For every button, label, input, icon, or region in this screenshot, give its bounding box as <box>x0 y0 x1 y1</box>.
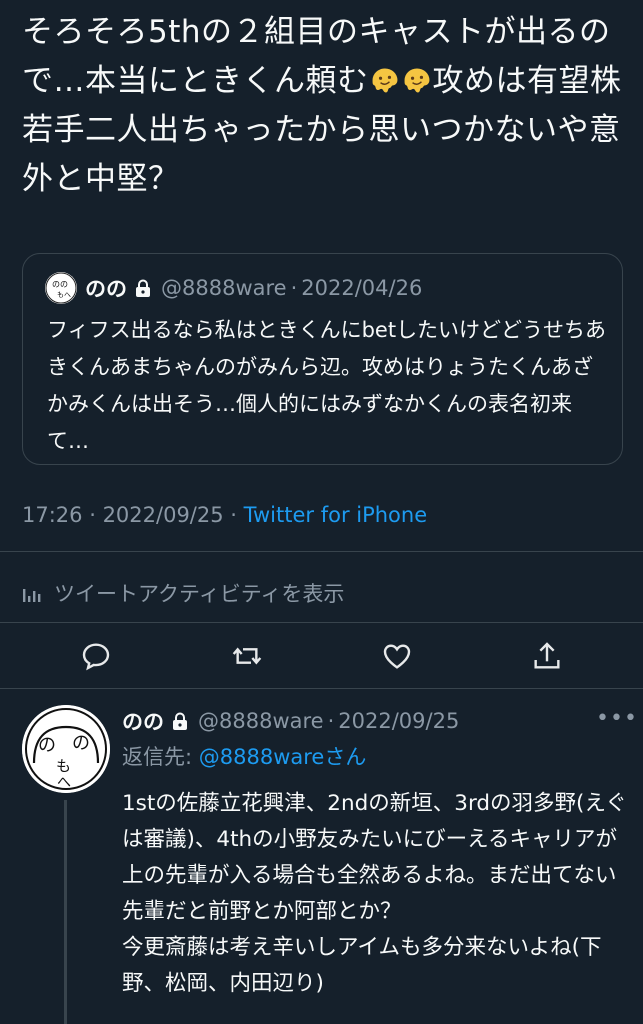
tweet-text: そろそろ5thの２組目のキャストが出るので…本当にときくん頼む 攻めは有望株若手二… <box>22 8 622 204</box>
quoted-tweet-header: のの もへ のの @8888ware · 2022/04/26 <box>45 271 422 305</box>
replying-to-label: 返信先: <box>122 745 199 769</box>
separator-dot: · <box>290 276 298 300</box>
separator-dot: · <box>327 709 335 733</box>
tweet-detail-screen: そろそろ5thの２組目のキャストが出るので…本当にときくん頼む 攻めは有望株若手二… <box>0 0 643 1024</box>
svg-text:のの: のの <box>52 280 68 289</box>
svg-text:の: の <box>38 735 56 756</box>
tweet-time: 17:26 <box>22 503 83 527</box>
reply-date: 2022/09/25 <box>338 709 460 733</box>
melting-face-emoji <box>372 68 397 93</box>
reply-author-avatar[interactable]: の の も へ <box>22 705 110 793</box>
like-icon[interactable] <box>381 640 413 672</box>
tweet-meta: 17:26 · 2022/09/25 · Twitter for iPhone <box>22 503 427 527</box>
tweet-source-link[interactable]: Twitter for iPhone <box>244 503 428 527</box>
reply-header: のの @8888ware · 2022/09/25 <box>122 704 459 738</box>
replying-to-suffix: さん <box>324 745 367 769</box>
quoted-tweet-date: 2022/04/26 <box>301 276 423 300</box>
tweet-date: 2022/09/25 <box>102 503 224 527</box>
thread-line <box>64 800 67 1024</box>
lock-icon <box>173 712 187 730</box>
divider <box>0 688 643 689</box>
melting-face-emoji <box>404 68 429 93</box>
svg-text:の: の <box>72 733 90 754</box>
reply-author-handle[interactable]: @8888ware <box>198 709 324 733</box>
reply-icon[interactable] <box>80 640 112 672</box>
bar-chart-icon <box>23 589 41 602</box>
replying-to-mention[interactable]: @8888ware <box>199 745 325 769</box>
quoted-author-avatar: のの もへ <box>45 272 77 304</box>
svg-text:もへ: もへ <box>57 291 71 299</box>
reply-text: 1stの佐藤立花興津、2ndの新垣、3rdの羽多野(えぐは審議)、4thの小野友… <box>122 791 627 996</box>
more-options-icon[interactable]: ••• <box>596 706 638 731</box>
retweet-icon[interactable] <box>231 640 263 672</box>
reply-author-name[interactable]: のの <box>122 706 164 736</box>
tweet-action-bar <box>0 634 643 678</box>
svg-text:も: も <box>56 757 71 775</box>
tweet-activity-label: ツイートアクティビティを表示 <box>54 582 345 606</box>
divider <box>0 551 643 552</box>
quoted-tweet-text: フィフス出るなら私はときくんにbetしたいけどどうせちあきくんあまちゃんのがみん… <box>47 318 607 453</box>
tweet-activity-link[interactable]: ツイートアクティビティを表示 <box>22 576 344 610</box>
quoted-author-name: のの <box>85 277 127 301</box>
quoted-author-handle: @8888ware <box>161 276 287 300</box>
quoted-tweet[interactable]: のの もへ のの @8888ware · 2022/04/26 フィフス出るなら… <box>22 253 623 465</box>
share-icon[interactable] <box>531 640 563 672</box>
lock-icon <box>136 279 150 297</box>
replying-to: 返信先: @8888wareさん <box>122 741 366 771</box>
separator-dot: · <box>223 503 244 527</box>
svg-text:へ: へ <box>57 775 71 791</box>
separator-dot: · <box>82 503 103 527</box>
divider <box>0 622 643 623</box>
